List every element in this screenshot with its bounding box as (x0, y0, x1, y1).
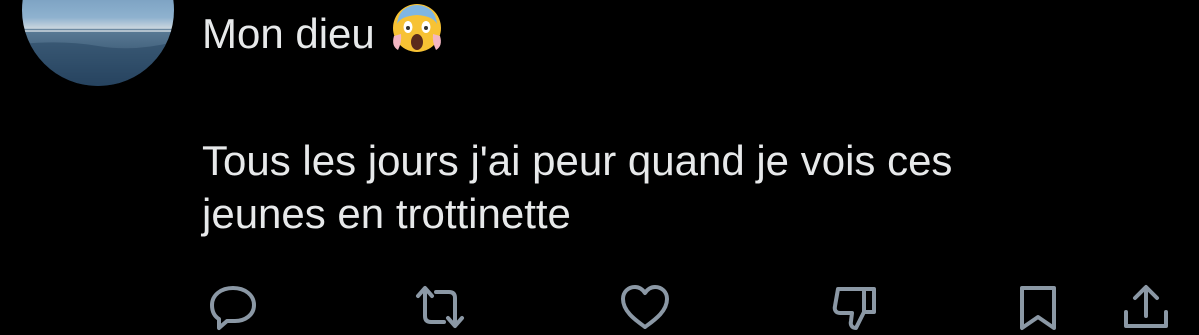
tweet-line: Mon dieu (202, 2, 445, 66)
profile-photo (22, 0, 174, 86)
face-screaming-in-fear-icon (389, 2, 445, 66)
share-icon (1124, 285, 1168, 328)
dislike-button[interactable] (828, 282, 884, 332)
retweet-button[interactable] (412, 282, 468, 332)
tweet-text-line-2: Tous les jours j'ai peur quand je vois c… (202, 137, 953, 184)
like-button[interactable] (617, 282, 673, 332)
reply-button[interactable] (205, 282, 261, 332)
speech-bubble-icon (210, 286, 256, 330)
tweet-text-line-3: jeunes en trottinette (202, 190, 571, 237)
heart-icon (621, 285, 669, 329)
bookmark-button[interactable] (1010, 282, 1066, 332)
thumbs-down-icon (832, 287, 876, 330)
tweet-text-line-1: Mon dieu (202, 10, 375, 57)
share-button[interactable] (1118, 282, 1174, 332)
retweet-icon (416, 286, 464, 328)
bookmark-icon (1020, 286, 1056, 330)
avatar[interactable] (22, 0, 174, 86)
